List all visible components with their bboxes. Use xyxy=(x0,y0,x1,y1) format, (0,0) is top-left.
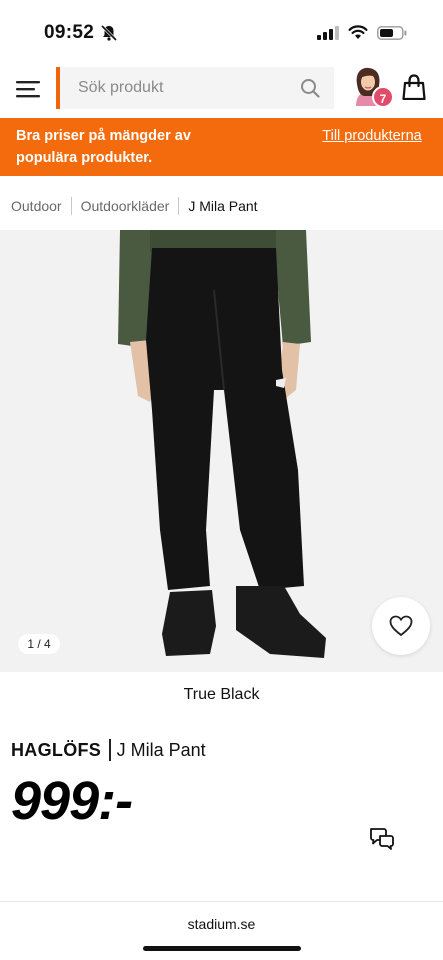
product-name: J Mila Pant xyxy=(116,739,206,760)
promo-banner: Bra priser på mängder av populära produk… xyxy=(0,118,443,176)
chat-icon[interactable] xyxy=(369,827,395,851)
status-bar: 09:52 xyxy=(0,0,443,64)
brand-name[interactable]: HAGLÖFS xyxy=(11,740,101,761)
promo-link[interactable]: Till produkterna xyxy=(322,125,422,147)
product-image xyxy=(118,230,326,658)
breadcrumb-divider xyxy=(178,197,180,215)
cart-count-badge: 7 xyxy=(372,86,394,108)
site-header: 7 xyxy=(0,64,443,116)
home-indicator[interactable] xyxy=(143,946,301,951)
image-pager: 1 / 4 xyxy=(18,634,60,654)
breadcrumb-item-outdoor[interactable]: Outdoor xyxy=(11,198,62,214)
browser-address-bar: stadium.se xyxy=(0,901,443,960)
search-icon[interactable] xyxy=(300,78,320,98)
breadcrumb-item-outdoorklader[interactable]: Outdoorkläder xyxy=(81,198,170,214)
favorite-button[interactable] xyxy=(372,597,430,655)
breadcrumb: Outdoor Outdoorkläder J Mila Pant xyxy=(11,196,258,216)
product-price: 999:- xyxy=(11,771,133,831)
browser-url[interactable]: stadium.se xyxy=(0,916,443,932)
promo-text: Bra priser på mängder av populära produk… xyxy=(16,128,191,166)
breadcrumb-divider xyxy=(70,197,72,215)
breadcrumb-item-current: J Mila Pant xyxy=(188,198,258,214)
shopping-bag-icon[interactable] xyxy=(402,74,426,100)
search-input[interactable] xyxy=(78,67,288,109)
wifi-icon xyxy=(348,25,368,39)
product-title: HAGLÖFS J Mila Pant xyxy=(11,739,206,761)
selected-color-label: True Black xyxy=(183,686,260,703)
search-box[interactable] xyxy=(56,67,334,109)
bell-muted-icon xyxy=(100,24,118,42)
hamburger-menu-icon[interactable] xyxy=(16,78,40,100)
heart-icon xyxy=(389,615,413,637)
status-time: 09:52 xyxy=(44,22,95,43)
product-image-gallery[interactable]: 1 / 4 xyxy=(0,230,443,672)
title-divider xyxy=(109,739,111,761)
battery-icon xyxy=(377,25,407,40)
cellular-signal-icon xyxy=(317,25,339,40)
